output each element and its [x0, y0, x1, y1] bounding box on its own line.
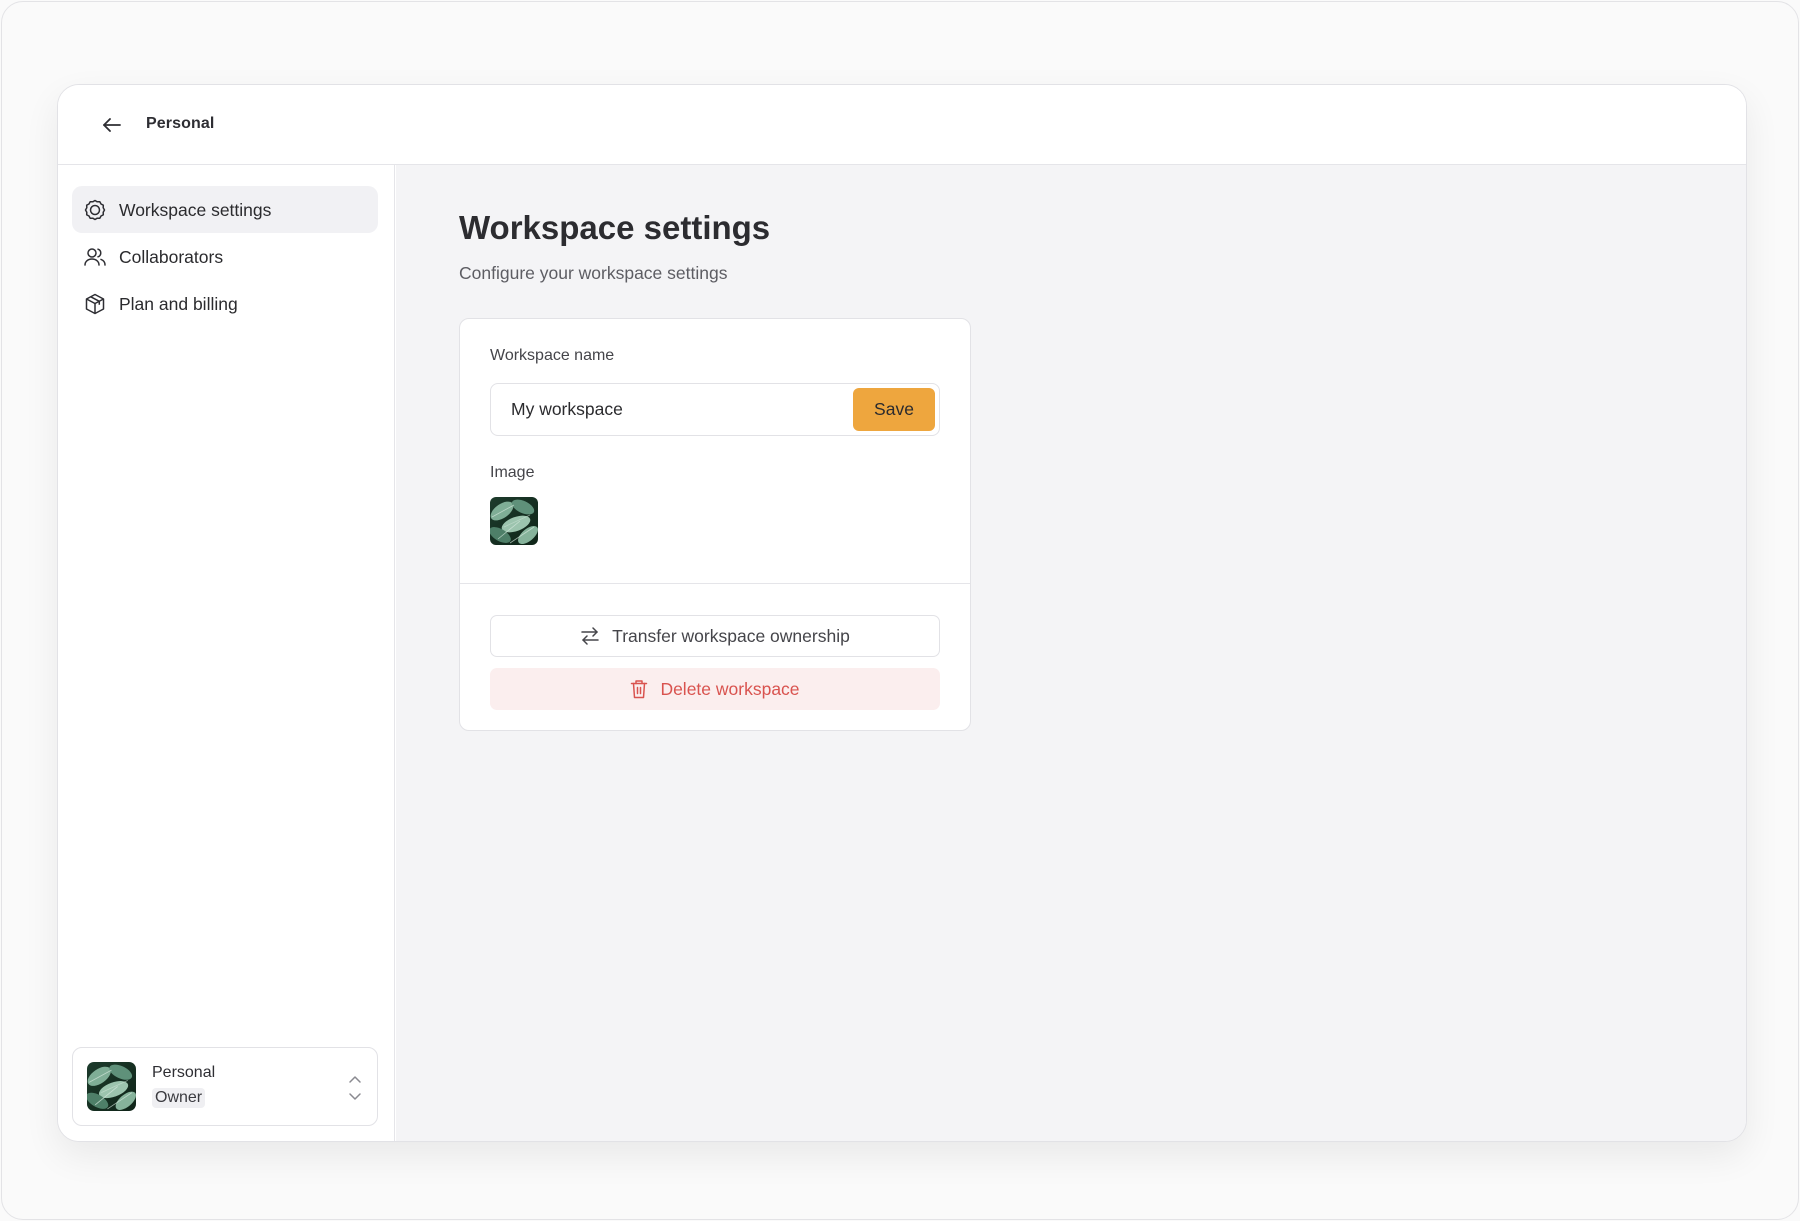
transfer-ownership-label: Transfer workspace ownership: [612, 625, 850, 646]
workspace-avatar: [87, 1062, 136, 1111]
arrow-left-icon: [103, 118, 121, 132]
save-button[interactable]: Save: [853, 388, 935, 431]
sidebar-item-plan-and-billing[interactable]: Plan and billing: [72, 280, 378, 327]
delete-workspace-button[interactable]: Delete workspace: [490, 668, 940, 710]
main-content: Workspace settings Configure your worksp…: [396, 165, 1746, 1141]
workspace-image[interactable]: [490, 497, 538, 545]
trash-icon: [631, 680, 648, 699]
chevrons-up-down-icon: [349, 1076, 361, 1100]
page-subtitle: Configure your workspace settings: [459, 263, 728, 283]
sidebar-item-label: Workspace settings: [119, 200, 272, 220]
back-button[interactable]: [98, 111, 126, 139]
workspace-role-badge: Owner: [152, 1088, 206, 1108]
delete-workspace-label: Delete workspace: [660, 678, 800, 699]
workspace-switcher[interactable]: Personal Owner: [72, 1047, 378, 1126]
page-title: Workspace settings: [459, 209, 771, 246]
workspace-name-input[interactable]: [491, 384, 851, 435]
gear-icon: [83, 198, 107, 222]
top-bar: Personal: [58, 85, 1746, 165]
screen-frame: Personal Workspace settings Collaborator…: [1, 1, 1799, 1220]
workspace-name-field: Save: [490, 383, 940, 436]
workspace-name-label: Workspace name: [490, 347, 615, 364]
package-icon: [83, 292, 107, 316]
workspace-switcher-name: Personal: [152, 1064, 216, 1081]
sidebar-item-label: Plan and billing: [119, 294, 238, 314]
transfer-ownership-button[interactable]: Transfer workspace ownership: [490, 615, 940, 657]
settings-window: Personal Workspace settings Collaborator…: [57, 84, 1747, 1142]
image-label: Image: [490, 464, 535, 481]
sidebar-item-label: Collaborators: [119, 247, 224, 267]
topbar-title: Personal: [146, 115, 215, 132]
arrows-left-right-icon: [581, 627, 599, 645]
sidebar: Workspace settings Collaborators Plan an…: [58, 165, 395, 1141]
card-divider: [460, 583, 970, 584]
sidebar-item-workspace-settings[interactable]: Workspace settings: [72, 186, 378, 233]
users-icon: [83, 245, 107, 269]
workspace-settings-card: Workspace name Save Image Transfer works…: [459, 318, 971, 731]
sidebar-item-collaborators[interactable]: Collaborators: [72, 233, 378, 280]
